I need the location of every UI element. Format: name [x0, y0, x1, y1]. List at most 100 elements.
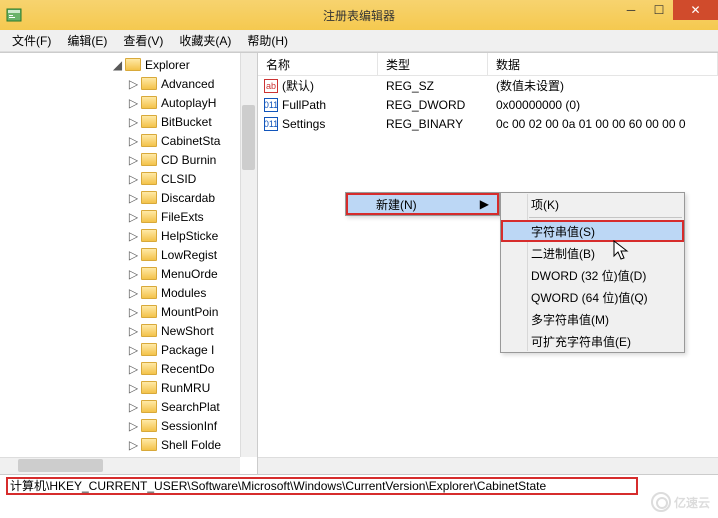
menu-view[interactable]: 查看(V) — [117, 30, 169, 51]
folder-icon — [141, 362, 157, 375]
close-button[interactable]: ✕ — [673, 0, 718, 20]
expand-icon[interactable]: ▷ — [128, 78, 139, 89]
tree-item[interactable]: ▷RunMRU — [0, 378, 257, 397]
tree-item[interactable]: ▷HelpSticke — [0, 226, 257, 245]
menu-bar: 文件(F) 编辑(E) 查看(V) 收藏夹(A) 帮助(H) — [0, 30, 718, 52]
col-data[interactable]: 数据 — [488, 53, 718, 75]
status-path: 计算机\HKEY_CURRENT_USER\Software\Microsoft… — [6, 477, 638, 495]
tree-panel: ◢Explorer▷Advanced▷AutoplayH▷BitBucket▷C… — [0, 53, 258, 474]
expand-icon[interactable]: ▷ — [128, 420, 139, 431]
ctx-dword-value[interactable]: DWORD (32 位)值(D) — [501, 264, 684, 286]
tree-item[interactable]: ▷MenuOrde — [0, 264, 257, 283]
tree-item[interactable]: ▷Advanced — [0, 74, 257, 93]
folder-icon — [141, 153, 157, 166]
folder-icon — [141, 343, 157, 356]
tree-item[interactable]: ▷Package I — [0, 340, 257, 359]
tree-item[interactable]: ▷AutoplayH — [0, 93, 257, 112]
folder-icon — [141, 134, 157, 147]
expand-icon[interactable]: ▷ — [128, 382, 139, 393]
app-icon — [6, 7, 22, 23]
reg-bin-icon: 011 — [264, 117, 278, 131]
ctx-new[interactable]: 新建(N) ▶ — [346, 193, 499, 215]
folder-icon — [141, 267, 157, 280]
tree-item[interactable]: ▷FileExts — [0, 207, 257, 226]
ctx-string-value[interactable]: 字符串值(S) — [501, 220, 684, 242]
folder-icon — [141, 115, 157, 128]
expand-icon[interactable]: ▷ — [128, 97, 139, 108]
reg-str-icon: ab — [264, 79, 278, 93]
list-row[interactable]: ab(默认)REG_SZ(数值未设置) — [258, 76, 718, 95]
folder-icon — [141, 229, 157, 242]
tree-hscroll-thumb[interactable] — [18, 459, 103, 472]
tree-item[interactable]: ▷Shell Folde — [0, 435, 257, 454]
tree-item[interactable]: ▷Discardab — [0, 188, 257, 207]
tree-item[interactable]: ▷CLSID — [0, 169, 257, 188]
context-menu-primary: 新建(N) ▶ — [345, 192, 500, 216]
expand-icon[interactable]: ▷ — [128, 230, 139, 241]
tree-item-explorer[interactable]: ◢Explorer — [0, 55, 257, 74]
reg-bin-icon: 011 — [264, 98, 278, 112]
context-menu-submenu: 项(K) 字符串值(S) 二进制值(B) DWORD (32 位)值(D) QW… — [500, 192, 685, 353]
title-bar: 注册表编辑器 ─ ☐ ✕ — [0, 0, 718, 30]
expand-icon[interactable]: ▷ — [128, 363, 139, 374]
ctx-new-label: 新建(N) — [376, 196, 417, 213]
ctx-key[interactable]: 项(K) — [501, 193, 684, 215]
expand-icon[interactable]: ▷ — [128, 192, 139, 203]
submenu-arrow-icon: ▶ — [480, 197, 489, 211]
maximize-button[interactable]: ☐ — [645, 0, 673, 20]
ctx-binary-value[interactable]: 二进制值(B) — [501, 242, 684, 264]
tree-item[interactable]: ▷MountPoin — [0, 302, 257, 321]
tree-item[interactable]: ▷NewShort — [0, 321, 257, 340]
col-name[interactable]: 名称 — [258, 53, 378, 75]
expand-icon[interactable]: ▷ — [128, 401, 139, 412]
folder-icon — [141, 438, 157, 451]
menu-favorites[interactable]: 收藏夹(A) — [173, 30, 237, 51]
tree-item[interactable]: ▷CabinetSta — [0, 131, 257, 150]
tree-item[interactable]: ▷SearchPlat — [0, 397, 257, 416]
watermark-icon — [651, 492, 671, 512]
list-row[interactable]: 011FullPathREG_DWORD0x00000000 (0) — [258, 95, 718, 114]
expand-icon[interactable]: ▷ — [128, 439, 139, 450]
ctx-expandstring-value[interactable]: 可扩充字符串值(E) — [501, 330, 684, 352]
tree-item[interactable]: ▷CD Burnin — [0, 150, 257, 169]
expand-icon[interactable]: ▷ — [128, 249, 139, 260]
folder-icon — [125, 58, 141, 71]
expand-icon[interactable]: ▷ — [128, 173, 139, 184]
expand-icon[interactable]: ▷ — [128, 344, 139, 355]
folder-icon — [141, 419, 157, 432]
tree-item[interactable]: ▷Modules — [0, 283, 257, 302]
folder-icon — [141, 286, 157, 299]
list-hscrollbar[interactable] — [258, 457, 718, 474]
expand-icon[interactable]: ▷ — [128, 325, 139, 336]
folder-icon — [141, 400, 157, 413]
minimize-button[interactable]: ─ — [617, 0, 645, 20]
folder-icon — [141, 210, 157, 223]
ctx-qword-value[interactable]: QWORD (64 位)值(Q) — [501, 286, 684, 308]
tree-item[interactable]: ▷RecentDo — [0, 359, 257, 378]
expand-icon[interactable]: ▷ — [128, 287, 139, 298]
folder-icon — [141, 324, 157, 337]
folder-icon — [141, 191, 157, 204]
tree-item[interactable]: ▷LowRegist — [0, 245, 257, 264]
status-bar: 计算机\HKEY_CURRENT_USER\Software\Microsoft… — [0, 474, 718, 496]
tree-vscroll-thumb[interactable] — [242, 105, 255, 170]
tree-item[interactable]: ▷BitBucket — [0, 112, 257, 131]
collapse-icon[interactable]: ◢ — [112, 59, 123, 70]
expand-icon[interactable]: ▷ — [128, 306, 139, 317]
menu-help[interactable]: 帮助(H) — [241, 30, 294, 51]
tree-item[interactable]: ▷SessionInf — [0, 416, 257, 435]
col-type[interactable]: 类型 — [378, 53, 488, 75]
expand-icon[interactable]: ▷ — [128, 154, 139, 165]
ctx-separator — [529, 217, 682, 218]
expand-icon[interactable]: ▷ — [128, 116, 139, 127]
expand-icon[interactable]: ▷ — [128, 268, 139, 279]
list-row[interactable]: 011SettingsREG_BINARY0c 00 02 00 0a 01 0… — [258, 114, 718, 133]
ctx-multistring-value[interactable]: 多字符串值(M) — [501, 308, 684, 330]
window-title: 注册表编辑器 — [323, 7, 395, 24]
menu-edit[interactable]: 编辑(E) — [61, 30, 113, 51]
expand-icon[interactable]: ▷ — [128, 211, 139, 222]
folder-icon — [141, 96, 157, 109]
folder-icon — [141, 77, 157, 90]
expand-icon[interactable]: ▷ — [128, 135, 139, 146]
menu-file[interactable]: 文件(F) — [6, 30, 57, 51]
